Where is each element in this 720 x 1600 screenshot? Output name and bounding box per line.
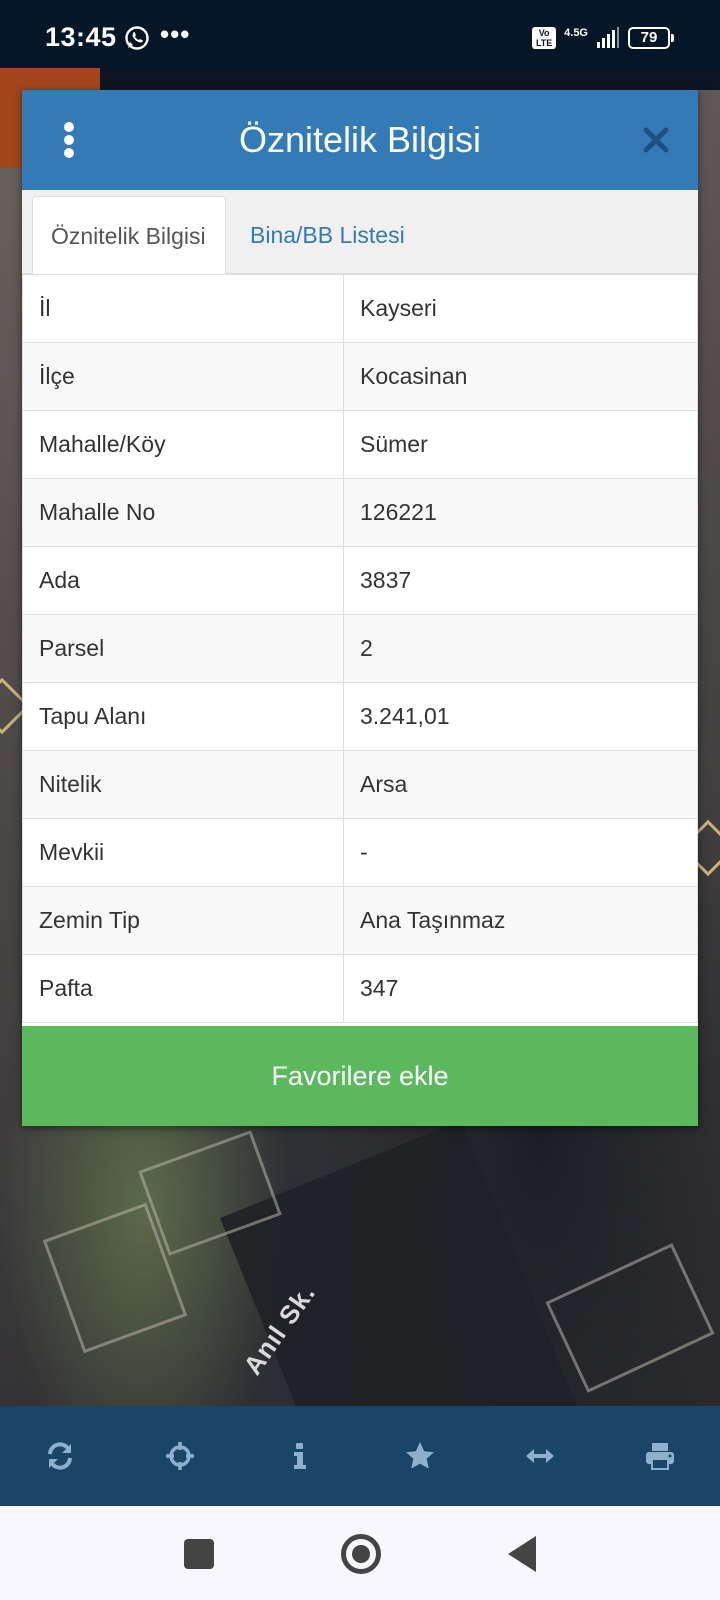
whatsapp-icon <box>125 26 149 50</box>
attribute-value: 2 <box>343 614 698 683</box>
attribute-value: Kayseri <box>343 274 698 343</box>
attribute-value: Kocasinan <box>343 342 698 411</box>
map-tile-dark <box>100 68 720 90</box>
attribute-row: İl Kayseri <box>22 274 698 343</box>
attribute-row: Pafta 347 <box>22 954 698 1023</box>
attribute-key: Ada <box>22 546 344 615</box>
attribute-row: İlçe Kocasinan <box>22 342 698 411</box>
battery-icon: 79 <box>628 27 674 49</box>
dialog-title: Öznitelik Bilgisi <box>238 119 482 160</box>
attribute-key: Zemin Tip <box>22 886 344 955</box>
attribute-value: Sümer <box>343 410 698 479</box>
attribute-value: Arsa <box>343 750 698 819</box>
tab-building-list[interactable]: Bina/BB Listesi <box>232 196 423 274</box>
info-button[interactable] <box>240 1406 360 1506</box>
print-icon <box>646 1443 674 1470</box>
attribute-row: Mevkii - <box>22 818 698 887</box>
attribute-key: Mahalle/Köy <box>22 410 344 479</box>
favorites-button[interactable] <box>360 1406 480 1506</box>
close-icon[interactable] <box>642 126 670 154</box>
network-type: 4.5G <box>564 26 588 39</box>
attribute-key: İl <box>22 274 344 343</box>
attribute-key: Mahalle No <box>22 478 344 547</box>
recent-apps-button[interactable] <box>184 1539 214 1569</box>
info-icon <box>294 1443 306 1469</box>
add-favorite-button[interactable]: Favorilere ekle <box>22 1026 698 1126</box>
attribute-row: Ada 3837 <box>22 546 698 615</box>
attribute-row: Tapu Alanı 3.241,01 <box>22 682 698 751</box>
attribute-table: İl Kayseri İlçe Kocasinan Mahalle/Köy Sümer Ma… <box>22 274 698 1023</box>
attribute-value: - <box>343 818 698 887</box>
attribute-row: Nitelik Arsa <box>22 750 698 819</box>
signal-icon <box>597 27 619 48</box>
measure-icon <box>526 1449 554 1463</box>
measure-button[interactable] <box>480 1406 600 1506</box>
attribute-key: İlçe <box>22 342 344 411</box>
attribute-key: Mevkii <box>22 818 344 887</box>
attribute-value: 3.241,01 <box>343 682 698 751</box>
attribute-value: Ana Taşınmaz <box>343 886 698 955</box>
attribute-value: 3837 <box>343 546 698 615</box>
dialog-header: Öznitelik Bilgisi <box>22 90 698 190</box>
tab-attribute-info[interactable]: Öznitelik Bilgisi <box>32 196 226 274</box>
more-notifications-icon: ••• <box>160 19 191 49</box>
status-time: 13:45 <box>45 22 117 52</box>
attribute-key: Pafta <box>22 954 344 1023</box>
attribute-row: Mahalle No 126221 <box>22 478 698 547</box>
attribute-row: Parsel 2 <box>22 614 698 683</box>
attribute-row: Mahalle/Köy Sümer <box>22 410 698 479</box>
home-button[interactable] <box>341 1534 381 1574</box>
status-bar: 13:45 ••• Vo LTE 4.5G 79 <box>0 0 720 68</box>
map-building <box>545 1243 715 1393</box>
map-road <box>220 1120 619 1406</box>
refresh-button[interactable] <box>0 1406 120 1506</box>
system-nav-bar <box>0 1506 720 1600</box>
crosshair-icon <box>166 1442 194 1470</box>
attribute-key: Tapu Alanı <box>22 682 344 751</box>
status-indicators: Vo LTE 4.5G 79 <box>532 24 674 52</box>
attribute-row: Zemin Tip Ana Taşınmaz <box>22 886 698 955</box>
refresh-icon <box>48 1442 72 1470</box>
back-button[interactable] <box>508 1536 536 1572</box>
star-icon <box>406 1442 434 1469</box>
attribute-value: 126221 <box>343 478 698 547</box>
print-button[interactable] <box>600 1406 720 1506</box>
tab-bar: Öznitelik Bilgisi Bina/BB Listesi <box>22 190 698 274</box>
attribute-key: Parsel <box>22 614 344 683</box>
locate-button[interactable] <box>120 1406 240 1506</box>
attribute-dialog: Öznitelik Bilgisi Öznitelik Bilgisi Bina… <box>22 90 698 1126</box>
bottom-toolbar <box>0 1406 720 1506</box>
attribute-key: Nitelik <box>22 750 344 819</box>
volte-icon: Vo LTE <box>532 27 557 49</box>
attribute-value: 347 <box>343 954 698 1023</box>
